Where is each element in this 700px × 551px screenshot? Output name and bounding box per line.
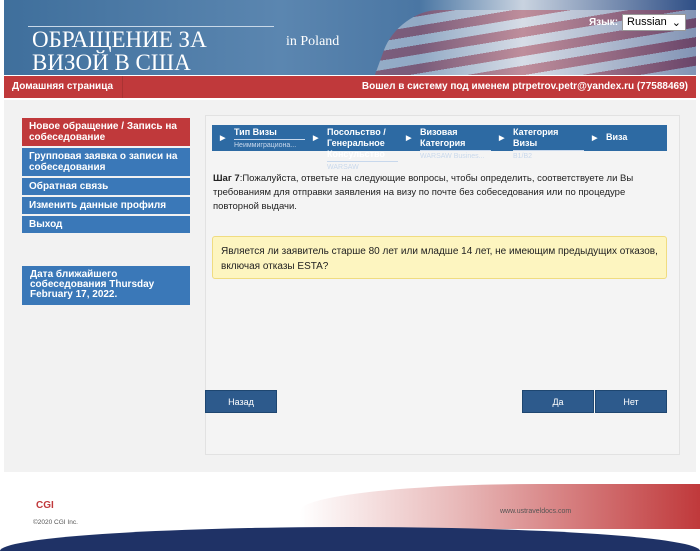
site-url[interactable]: www.ustraveldocs.com (500, 508, 571, 515)
breadcrumb: ▶ Тип Визы Неиммиграциона... ▶ Посольство /… (212, 125, 667, 171)
sidebar-item-new-application[interactable]: Новое обращение / Запись на собеседовани… (22, 118, 190, 146)
sidebar-item-edit-profile[interactable]: Изменить данные профиля (22, 197, 190, 214)
crumb-value: B1/B2 (513, 150, 584, 162)
language-label: Язык: (588, 17, 619, 28)
arrow-right-icon: ▶ (499, 135, 505, 142)
back-button[interactable]: Назад (205, 390, 277, 413)
breadcrumb-visa-category: ▶ Визовая Категория WARSAW Busines... (398, 125, 491, 160)
arrow-right-icon: ▶ (592, 135, 598, 142)
language-selector: Язык: Russian ⌄ (589, 14, 686, 31)
step-label: Шаг 7 (213, 173, 240, 184)
breadcrumb-embassy: ▶ Посольство / Генеральное Консульство WAR… (305, 125, 398, 171)
crumb-label: Виза (606, 132, 628, 142)
no-button[interactable]: Нет (595, 390, 667, 413)
title-line: ОБРАЩЕНИЕ ЗА (32, 27, 207, 52)
footer-wave (0, 527, 700, 551)
title-line: ВИЗОЙ В США (32, 50, 191, 75)
chevron-down-icon: ⌄ (671, 17, 681, 29)
crumb-label: Категория Визы (513, 127, 559, 148)
sidebar-item-logout[interactable]: Выход (22, 216, 190, 233)
arrow-right-icon: ▶ (220, 135, 226, 142)
top-bar: Домашняя страница Вошел в систему под им… (4, 76, 696, 98)
appointment-date: Дата ближайшего собеседования Thursday F… (22, 266, 190, 305)
logged-in-user: Вошел в систему под именем ptrpetrov.pet… (361, 81, 688, 92)
crumb-label: Тип Визы (234, 127, 277, 137)
copyright: ©2020 CGI Inc. (33, 519, 78, 526)
step-text: :Пожалуйста, ответьте на следующие вопро… (213, 173, 634, 212)
site-title: ОБРАЩЕНИЕ ЗА ВИЗОЙ В США (32, 28, 207, 74)
yes-button[interactable]: Да (522, 390, 594, 413)
crumb-value: WARSAW Busines... (420, 150, 491, 162)
language-value: Russian (627, 16, 667, 28)
home-link[interactable]: Домашняя страница (4, 76, 123, 98)
sidebar: Новое обращение / Запись на собеседовани… (22, 118, 190, 235)
crumb-value: Неиммиграциона... (234, 139, 305, 151)
cgi-logo: CGI (36, 500, 54, 511)
breadcrumb-visa-type: ▶ Тип Визы Неиммиграциона... (212, 125, 305, 151)
step-instructions: Шаг 7:Пожалуйста, ответьте на следующие … (213, 172, 673, 214)
arrow-right-icon: ▶ (406, 135, 412, 142)
breadcrumb-visa: ▶ Виза (584, 125, 664, 151)
question-box: Является ли заявитель старше 80 лет или … (212, 236, 667, 279)
crumb-label: Визовая Категория (420, 127, 466, 148)
sidebar-item-group-request[interactable]: Групповая заявка о записи на собеседован… (22, 148, 190, 176)
footer-swoosh (300, 484, 700, 529)
arrow-right-icon: ▶ (313, 135, 319, 142)
language-select[interactable]: Russian ⌄ (622, 14, 686, 31)
footer: CGI ©2020 CGI Inc. www.ustraveldocs.com (0, 472, 700, 551)
country: in Poland (286, 34, 340, 49)
header-banner: ОБРАЩЕНИЕ ЗА ВИЗОЙ В США in Poland Язык: R… (4, 0, 696, 75)
crumb-label: Посольство / Генеральное Консульство (327, 127, 386, 159)
sidebar-item-feedback[interactable]: Обратная связь (22, 178, 190, 195)
breadcrumb-visa-class: ▶ Категория Визы B1/B2 (491, 125, 584, 160)
